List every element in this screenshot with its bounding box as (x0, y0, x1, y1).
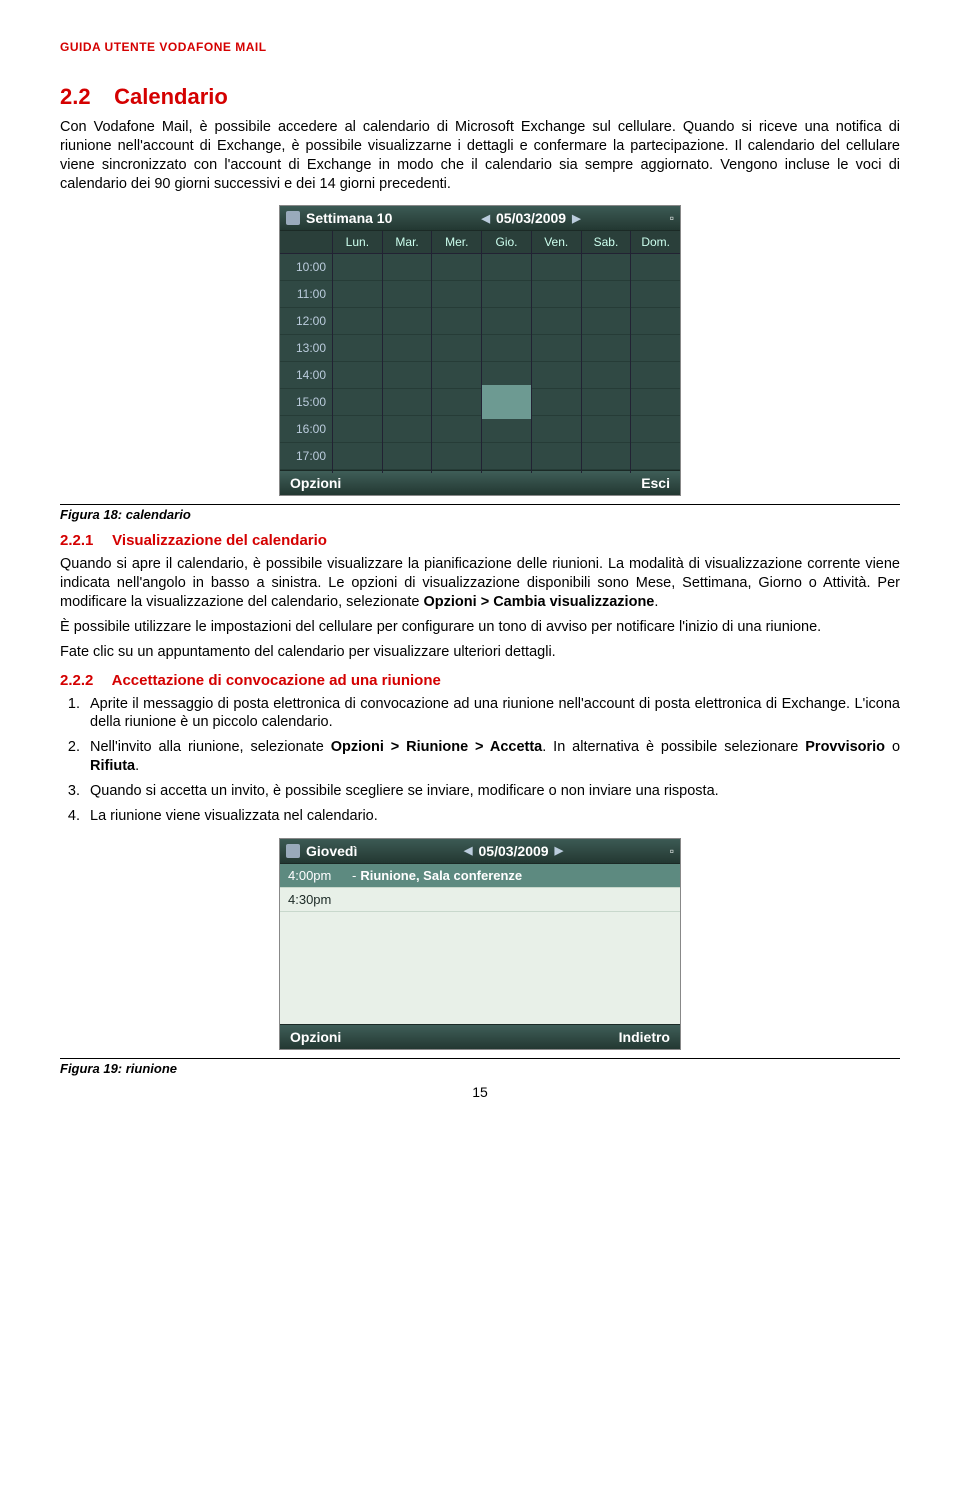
text-run: o (885, 739, 900, 755)
phone-softkeys: Opzioni Indietro (280, 1024, 680, 1049)
next-arrow-icon[interactable]: ▶ (555, 844, 563, 857)
phone-day-list: 4:00pm - Riunione, Sala conferenze 4:30p… (280, 864, 680, 1024)
calendar-icon (286, 844, 300, 858)
section-num: 2.2 (60, 84, 108, 110)
softkey-left[interactable]: Opzioni (290, 475, 341, 491)
hour-label: 15:00 (280, 391, 332, 413)
hour-label: 10:00 (280, 256, 332, 278)
text-run: Nell'invito alla riunione, selezionate (90, 739, 331, 755)
softkey-right[interactable]: Esci (641, 475, 670, 491)
dash: - (352, 868, 356, 883)
calendar-icon (286, 211, 300, 225)
list-item: Nell'invito alla riunione, selezionate O… (84, 738, 900, 776)
phone-title-bar: Settimana 10 ◀ 05/03/2009 ▶ ▫ (280, 206, 680, 231)
hour-label: 17:00 (280, 445, 332, 467)
phone-softkeys: Opzioni Esci (280, 470, 680, 495)
phone-screenshot-week: Settimana 10 ◀ 05/03/2009 ▶ ▫ Lun. Mar. … (279, 205, 681, 496)
phone-title: Giovedì (306, 843, 357, 859)
event-row-selected[interactable]: 4:00pm - Riunione, Sala conferenze (280, 864, 680, 888)
next-arrow-icon[interactable]: ▶ (572, 212, 580, 225)
bold-run: Rifiuta (90, 758, 135, 774)
phone-title-bar: Giovedì ◀ 05/03/2009 ▶ ▫ (280, 839, 680, 864)
phone-screenshot-day: Giovedì ◀ 05/03/2009 ▶ ▫ 4:00pm - Riunio… (279, 838, 681, 1050)
section-2-2-2: 2.2.2 Accettazione di convocazione ad un… (60, 672, 900, 689)
list-item: Quando si accetta un invito, è possibile… (84, 782, 900, 801)
text-run: . (135, 758, 139, 774)
hour-label: 14:00 (280, 364, 332, 386)
section-2-2-1: 2.2.1 Visualizzazione del calendario (60, 532, 900, 549)
phone-week-grid: Lun. Mar. Mer. Gio. Ven. Sab. Dom. 10:00… (280, 231, 680, 470)
text-run: . In alternativa è possibile selezionare (542, 739, 805, 755)
list-item: La riunione viene visualizzata nel calen… (84, 807, 900, 826)
section-2-2-1-p2: È possibile utilizzare le impostazioni d… (60, 618, 900, 637)
signal-icon: ▫ (670, 211, 674, 225)
section-title: Calendario (114, 84, 228, 109)
bold-run: Provvisorio (805, 739, 885, 755)
event-title: Riunione, Sala conferenze (360, 868, 522, 883)
subsection-title: Accettazione di convocazione ad una riun… (112, 672, 441, 689)
page-number: 15 (60, 1084, 900, 1100)
phone-title: Settimana 10 (306, 210, 392, 226)
section-2-2-p1: Con Vodafone Mail, è possibile accedere … (60, 118, 900, 193)
prev-arrow-icon[interactable]: ◀ (464, 844, 472, 857)
bold-run: Opzioni > Riunione > Accetta (331, 739, 543, 755)
hour-label: 12:00 (280, 310, 332, 332)
section-2-2-1-p3: Fate clic su un appuntamento del calenda… (60, 643, 900, 662)
hour-row: 17:00 (280, 443, 680, 470)
subsection-num: 2.2.1 (60, 532, 108, 549)
section-2-2-1-p1: Quando si apre il calendario, è possibil… (60, 555, 900, 612)
steps-list: Aprite il messaggio di posta elettronica… (60, 695, 900, 826)
phone-date: 05/03/2009 (479, 843, 549, 859)
doc-header: GUIDA UTENTE VODAFONE MAIL (60, 40, 900, 54)
text-run: . (654, 594, 658, 610)
phone-date: 05/03/2009 (496, 210, 566, 226)
softkey-left[interactable]: Opzioni (290, 1029, 341, 1045)
list-item: Aprite il messaggio di posta elettronica… (84, 695, 900, 733)
section-2-2: 2.2 Calendario (60, 84, 900, 110)
signal-icon: ▫ (670, 844, 674, 858)
prev-arrow-icon[interactable]: ◀ (482, 212, 490, 225)
event-time: 4:30pm (288, 892, 352, 907)
subsection-title: Visualizzazione del calendario (112, 532, 327, 549)
subsection-num: 2.2.2 (60, 672, 108, 689)
hour-label: 16:00 (280, 418, 332, 440)
hour-label: 11:00 (280, 283, 332, 305)
softkey-right[interactable]: Indietro (619, 1029, 670, 1045)
hour-label: 13:00 (280, 337, 332, 359)
event-row[interactable]: 4:30pm (280, 888, 680, 912)
bold-run: Opzioni > Cambia visualizzazione (424, 594, 655, 610)
event-time: 4:00pm (288, 868, 352, 883)
figure-19-caption: Figura 19: riunione (60, 1058, 900, 1076)
figure-18-caption: Figura 18: calendario (60, 504, 900, 522)
